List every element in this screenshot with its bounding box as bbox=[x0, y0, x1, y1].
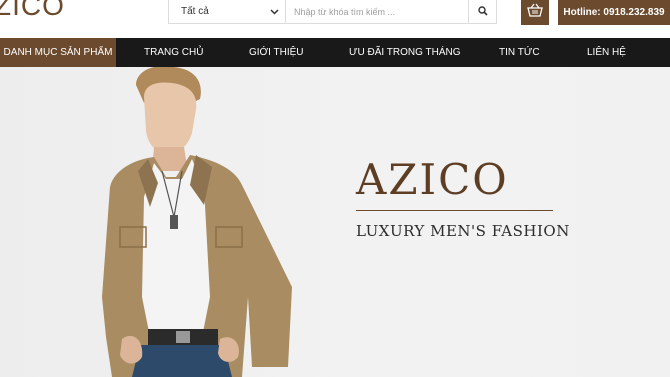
nav-item-home[interactable]: TRANG CHỦ bbox=[144, 38, 203, 67]
banner-divider bbox=[356, 210, 553, 211]
category-select[interactable]: Tất cả bbox=[169, 0, 286, 23]
chevron-down-icon bbox=[270, 7, 279, 17]
header: ZICO Tất cả Hotline: 0918.232.839 bbox=[0, 0, 670, 38]
model-photo bbox=[102, 67, 292, 377]
search-button[interactable] bbox=[468, 0, 496, 23]
cart-icon bbox=[527, 3, 543, 22]
nav-item-offers[interactable]: ƯU ĐÃI TRONG THÁNG bbox=[349, 38, 461, 67]
main-nav: DANH MỤC SẢN PHẨM TRANG CHỦ GIỚI THIỆU Ư… bbox=[0, 38, 670, 67]
nav-item-news[interactable]: TIN TỨC bbox=[499, 38, 540, 67]
search-bar: Tất cả bbox=[168, 0, 497, 24]
nav-item-contact[interactable]: LIÊN HỆ bbox=[587, 38, 626, 67]
site-logo[interactable]: ZICO bbox=[0, 0, 65, 22]
search-icon bbox=[477, 3, 488, 21]
hero-banner[interactable]: AZICO LUXURY MEN'S FASHION bbox=[0, 67, 670, 377]
banner-tagline: LUXURY MEN'S FASHION bbox=[356, 222, 570, 240]
banner-brand-title: AZICO bbox=[356, 155, 509, 204]
hotline-badge[interactable]: Hotline: 0918.232.839 bbox=[558, 0, 670, 25]
search-input[interactable] bbox=[286, 0, 468, 23]
cart-button[interactable] bbox=[521, 0, 549, 25]
nav-category-menu[interactable]: DANH MỤC SẢN PHẨM bbox=[0, 38, 116, 67]
category-select-value: Tất cả bbox=[181, 6, 209, 17]
nav-item-about[interactable]: GIỚI THIỆU bbox=[249, 38, 304, 67]
